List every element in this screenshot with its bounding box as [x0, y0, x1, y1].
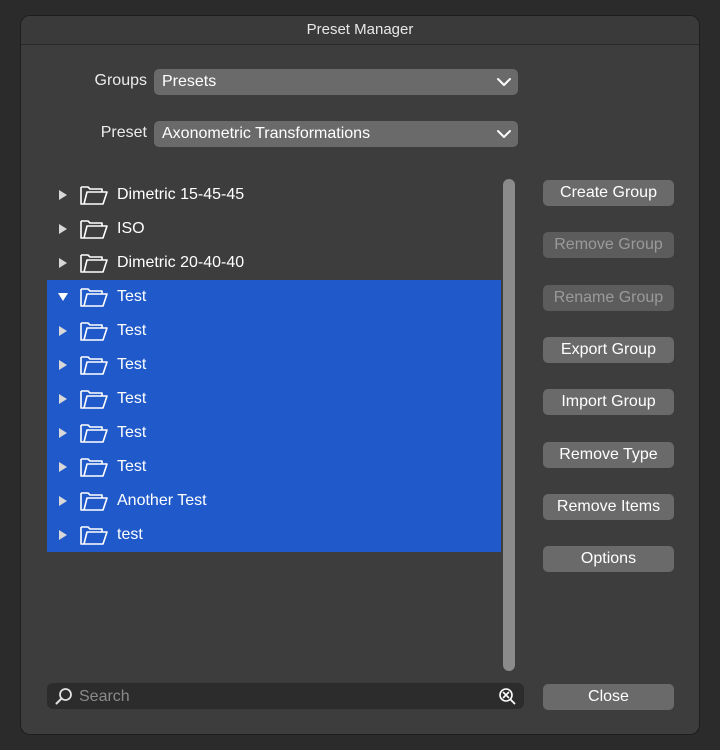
- folder-icon: [80, 458, 108, 477]
- remove-items-button[interactable]: Remove Items: [543, 494, 674, 520]
- import-group-button[interactable]: Import Group: [543, 389, 674, 415]
- search-icon: [55, 688, 72, 705]
- folder-icon: [80, 356, 108, 375]
- tree-row-label: Dimetric 15-45-45: [117, 186, 245, 203]
- preset-tree-list[interactable]: Dimetric 15-45-45 ISO Dimetric 20-40-40 Tes…: [47, 176, 517, 686]
- disclosure-collapsed-icon[interactable]: [57, 325, 69, 337]
- preset-select[interactable]: Axonometric Transformations: [154, 121, 518, 147]
- folder-icon: [80, 390, 108, 409]
- rename-group-button[interactable]: Rename Group: [543, 285, 674, 311]
- folder-icon: [80, 220, 108, 239]
- tree-row-label: Dimetric 20-40-40: [117, 254, 245, 271]
- tree-row-label: Test: [117, 322, 147, 339]
- tree-row[interactable]: Test: [47, 280, 501, 314]
- disclosure-collapsed-icon[interactable]: [57, 495, 69, 507]
- tree-row-label: Test: [117, 288, 147, 305]
- folder-icon: [80, 424, 108, 443]
- tree-row-label: Test: [117, 390, 147, 407]
- disclosure-collapsed-icon[interactable]: [57, 359, 69, 371]
- disclosure-collapsed-icon[interactable]: [57, 189, 69, 201]
- tree-row[interactable]: Dimetric 20-40-40: [47, 246, 501, 280]
- search-input[interactable]: [77, 683, 481, 711]
- folder-icon: [80, 492, 108, 511]
- groups-select-value: Presets: [162, 73, 217, 90]
- preset-select-value: Axonometric Transformations: [162, 125, 371, 142]
- disclosure-collapsed-icon[interactable]: [57, 223, 69, 235]
- tree-row[interactable]: Dimetric 15-45-45: [47, 178, 501, 212]
- tree-row[interactable]: Test: [47, 382, 501, 416]
- tree-row[interactable]: test: [47, 518, 501, 552]
- disclosure-collapsed-icon[interactable]: [57, 529, 69, 541]
- disclosure-collapsed-icon[interactable]: [57, 257, 69, 269]
- tree-row-label: test: [117, 526, 143, 543]
- clear-search-icon[interactable]: [498, 687, 516, 705]
- chevron-down-icon: [497, 130, 511, 138]
- disclosure-expanded-icon[interactable]: [57, 291, 69, 303]
- preset-manager-window: Preset Manager Groups Presets Preset Axo…: [20, 15, 700, 735]
- tree-row-label: ISO: [117, 220, 145, 237]
- folder-icon: [80, 186, 108, 205]
- folder-icon: [80, 254, 108, 273]
- tree-row[interactable]: Another Test: [47, 484, 501, 518]
- search-field[interactable]: [47, 683, 524, 711]
- tree-row-label: Test: [117, 424, 147, 441]
- options-button[interactable]: Options: [543, 546, 674, 572]
- disclosure-collapsed-icon[interactable]: [57, 427, 69, 439]
- groups-label: Groups: [94, 72, 147, 89]
- export-group-button[interactable]: Export Group: [543, 337, 674, 363]
- create-group-button[interactable]: Create Group: [543, 180, 674, 206]
- tree-scrollbar[interactable]: [503, 179, 515, 671]
- tree-row-label: Test: [117, 458, 147, 475]
- tree-row[interactable]: ISO: [47, 212, 501, 246]
- remove-group-button[interactable]: Remove Group: [543, 232, 674, 258]
- disclosure-collapsed-icon[interactable]: [57, 393, 69, 405]
- tree-row[interactable]: Test: [47, 450, 501, 484]
- folder-icon: [80, 526, 108, 545]
- preset-label: Preset: [100, 124, 147, 141]
- tree-row[interactable]: Test: [47, 416, 501, 450]
- groups-select[interactable]: Presets: [154, 69, 518, 95]
- remove-type-button[interactable]: Remove Type: [543, 442, 674, 468]
- tree-row-label: Another Test: [117, 492, 207, 509]
- tree-row[interactable]: Test: [47, 314, 501, 348]
- folder-icon: [80, 322, 108, 341]
- chevron-down-icon: [497, 78, 511, 86]
- tree-row[interactable]: Test: [47, 348, 501, 382]
- tree-row-label: Test: [117, 356, 147, 373]
- disclosure-collapsed-icon[interactable]: [57, 461, 69, 473]
- close-button[interactable]: Close: [543, 684, 674, 710]
- folder-icon: [80, 288, 108, 307]
- window-title: Preset Manager: [21, 16, 699, 45]
